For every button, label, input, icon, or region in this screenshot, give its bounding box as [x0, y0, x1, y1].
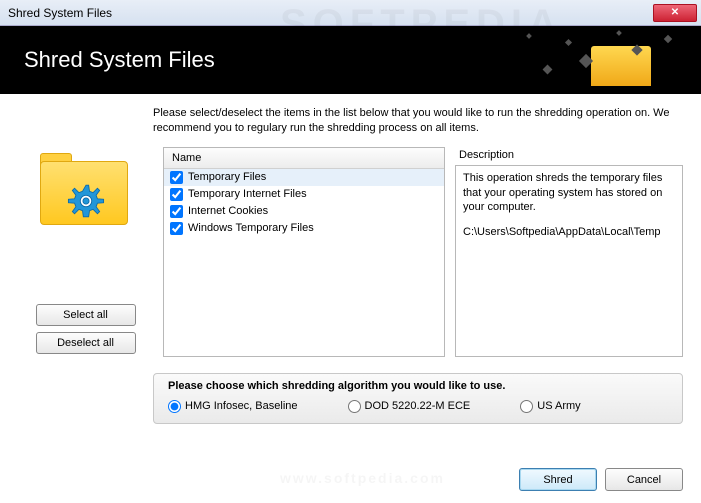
header-art: [501, 26, 681, 94]
select-all-button[interactable]: Select all: [36, 304, 136, 326]
algorithm-option[interactable]: DOD 5220.22-M ECE: [348, 400, 471, 413]
left-column: Select all Deselect all: [18, 147, 153, 357]
description-box: This operation shreds the temporary file…: [455, 165, 683, 357]
close-icon: ✕: [671, 7, 679, 18]
content-area: Please select/deselect the items in the …: [0, 94, 701, 434]
watermark: www.softpedia.com: [280, 470, 445, 486]
algorithm-label: US Army: [537, 400, 580, 412]
item-checkbox[interactable]: [170, 205, 183, 218]
items-list: Name Temporary Files Temporary Internet F…: [163, 147, 445, 357]
window-title: Shred System Files: [8, 6, 653, 20]
item-checkbox[interactable]: [170, 171, 183, 184]
item-checkbox[interactable]: [170, 222, 183, 235]
description-path: C:\Users\Softpedia\AppData\Local\Temp: [463, 225, 675, 240]
algorithm-option[interactable]: US Army: [520, 400, 580, 413]
algorithm-option[interactable]: HMG Infosec, Baseline: [168, 400, 298, 413]
algorithm-radio[interactable]: [168, 400, 181, 413]
list-header-name[interactable]: Name: [164, 148, 444, 169]
cancel-button[interactable]: Cancel: [605, 468, 683, 491]
folder-icon: [591, 46, 651, 86]
item-label: Internet Cookies: [188, 205, 268, 217]
instruction-text: Please select/deselect the items in the …: [153, 106, 683, 137]
algorithm-label: HMG Infosec, Baseline: [185, 400, 298, 412]
deselect-all-button[interactable]: Deselect all: [36, 332, 136, 354]
algorithm-radio[interactable]: [348, 400, 361, 413]
list-item[interactable]: Temporary Files: [164, 169, 444, 186]
item-label: Temporary Files: [188, 171, 266, 183]
algorithm-radio[interactable]: [520, 400, 533, 413]
item-label: Windows Temporary Files: [188, 222, 314, 234]
list-item[interactable]: Windows Temporary Files: [164, 220, 444, 237]
item-checkbox[interactable]: [170, 188, 183, 201]
list-item[interactable]: Internet Cookies: [164, 203, 444, 220]
description-header: Description: [455, 147, 683, 165]
item-label: Temporary Internet Files: [188, 188, 307, 200]
header-banner: Shred System Files: [0, 26, 701, 94]
titlebar: Shred System Files ✕: [0, 0, 701, 26]
algorithm-title: Please choose which shredding algorithm …: [168, 380, 668, 392]
list-item[interactable]: Temporary Internet Files: [164, 186, 444, 203]
algorithm-group: Please choose which shredding algorithm …: [153, 373, 683, 424]
algorithm-options: HMG Infosec, Baseline DOD 5220.22-M ECE US…: [168, 400, 668, 413]
header-title: Shred System Files: [24, 47, 215, 73]
algorithm-label: DOD 5220.22-M ECE: [365, 400, 471, 412]
mid-row: Select all Deselect all Name Temporary F…: [18, 147, 683, 357]
description-text: This operation shreds the temporary file…: [463, 171, 675, 216]
list-body[interactable]: Temporary Files Temporary Internet Files I…: [164, 169, 444, 356]
footer-buttons: Shred Cancel: [519, 468, 683, 491]
description-panel: Description This operation shreds the te…: [455, 147, 683, 357]
shred-button[interactable]: Shred: [519, 468, 597, 491]
folder-gear-icon: [36, 147, 136, 237]
close-button[interactable]: ✕: [653, 4, 697, 22]
